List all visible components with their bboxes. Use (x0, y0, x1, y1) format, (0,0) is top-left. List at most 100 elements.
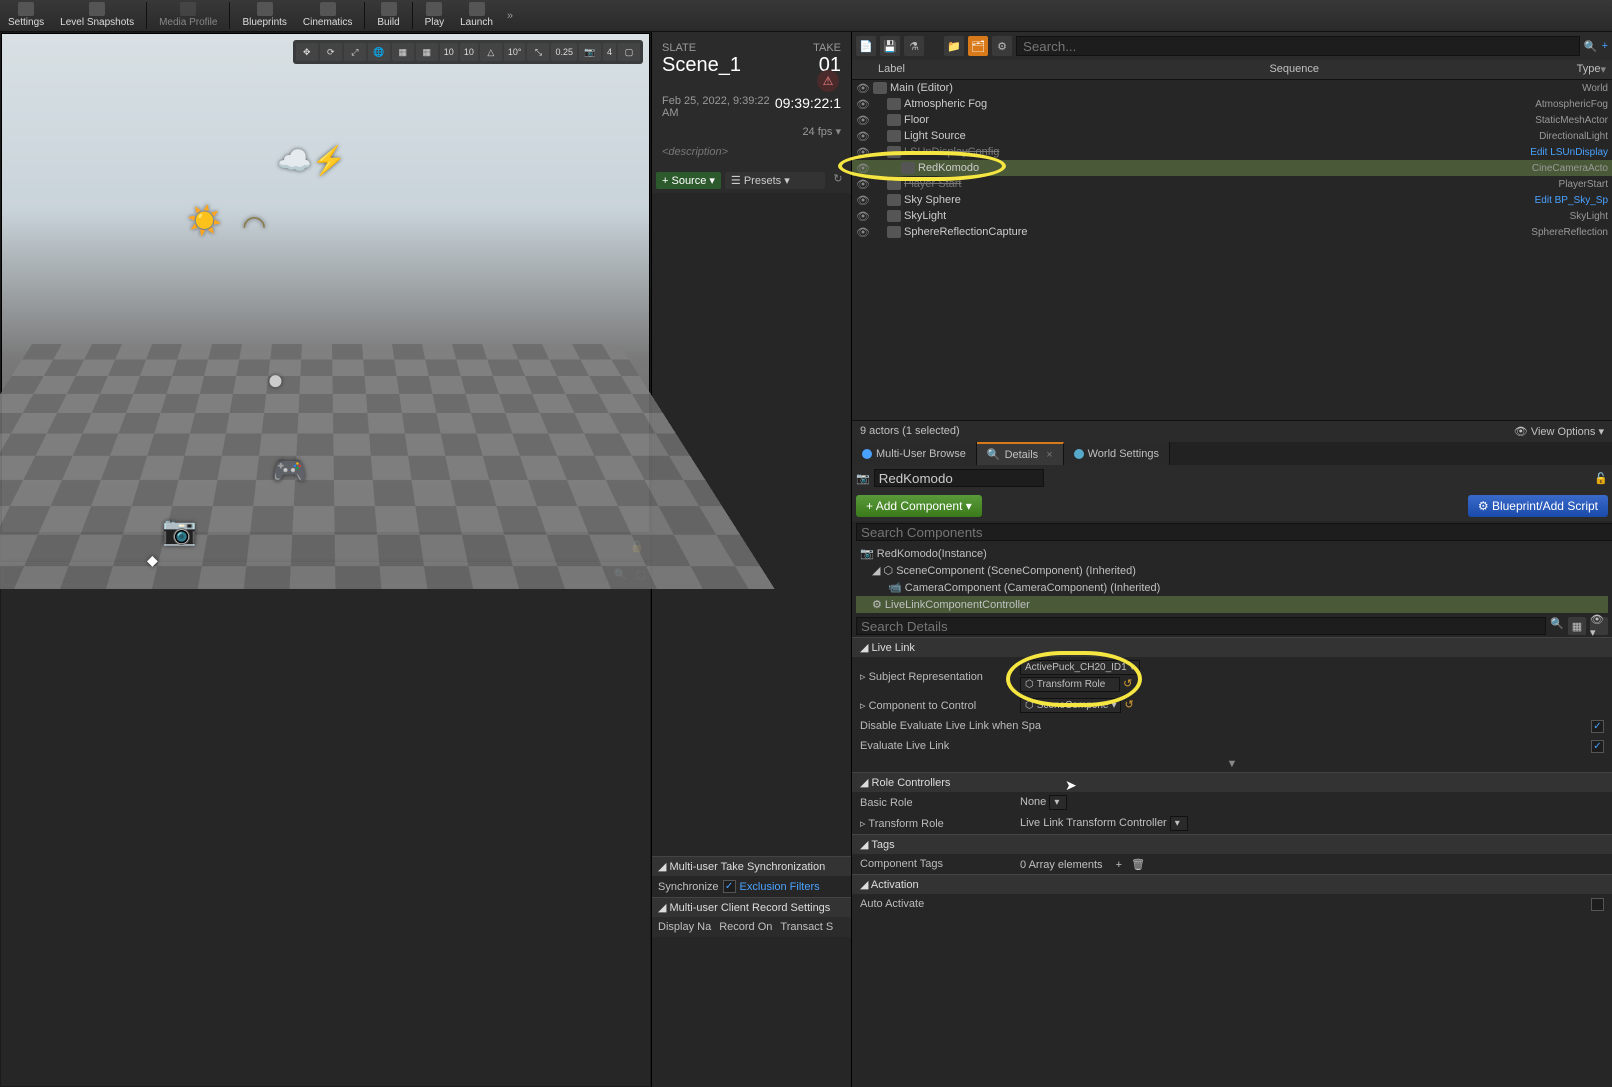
property-matrix-button[interactable]: ▦ (1568, 617, 1586, 635)
add-component-button[interactable]: + Add Component ▾ (856, 495, 982, 517)
component-scene[interactable]: ◢ ⬡ SceneComponent (SceneComponent) (Inh… (856, 562, 1608, 579)
expand-advanced-icon[interactable]: ▼ (852, 756, 1612, 772)
outliner-row[interactable]: 👁Light SourceDirectionalLight (852, 128, 1612, 144)
actor-name-input[interactable] (874, 469, 1044, 487)
evaluate-livelink-checkbox[interactable] (1591, 740, 1604, 753)
level-snapshots-button[interactable]: Level Snapshots (52, 0, 142, 31)
editor-viewport[interactable]: ✥ ⟳ ⤢ 🌐 ▦ ▦ 10 10 △ 10° ⤡ 0.25 📷 4 ▢ ☁️⚡… (1, 33, 650, 533)
search-icon[interactable]: 🔍 (1584, 40, 1598, 53)
outliner-row[interactable]: 👁Main (Editor)World (852, 80, 1612, 96)
warning-icon[interactable]: ⚠ (817, 70, 839, 92)
visibility-icon[interactable]: 👁 (856, 162, 870, 175)
outliner-col-type[interactable]: Type (1500, 63, 1600, 76)
scale-snap-button[interactable]: ⤡ (527, 43, 549, 61)
visibility-icon[interactable]: 👁 (856, 98, 870, 111)
folder-icon[interactable]: 📁 (944, 36, 964, 56)
save-icon[interactable]: 💾 (880, 36, 900, 56)
close-icon[interactable]: × (1046, 449, 1052, 461)
visibility-icon[interactable]: 👁 (856, 130, 870, 143)
description-placeholder[interactable]: <description> (662, 146, 841, 158)
transform-scale-button[interactable]: ⤢ (344, 43, 366, 61)
tab-multiuser[interactable]: Multi-User Browse (852, 442, 977, 465)
surface-snap-button[interactable]: ▦ (392, 43, 414, 61)
multiuser-sync-header[interactable]: ◢ Multi-user Take Synchronization (652, 856, 851, 876)
tab-world-settings[interactable]: World Settings (1064, 442, 1170, 465)
coord-space-button[interactable]: 🌐 (368, 43, 390, 61)
synchronize-checkbox[interactable] (723, 880, 736, 893)
auto-activate-checkbox[interactable] (1591, 898, 1604, 911)
blueprints-button[interactable]: Blueprints (234, 0, 294, 31)
cinematics-button[interactable]: Cinematics (295, 0, 360, 31)
media-profile-button[interactable]: Media Profile (151, 0, 225, 31)
visibility-icon[interactable]: 👁 (856, 226, 870, 239)
angle-snap-value[interactable]: 10° (504, 43, 526, 61)
revert-icon[interactable]: ↻ (829, 172, 847, 189)
grid-snap-button[interactable]: ▦ (416, 43, 438, 61)
component-to-control-dropdown[interactable]: ⬡ SceneCompone ▾ (1020, 698, 1121, 713)
add-element-icon[interactable]: + (1116, 859, 1122, 871)
filter-icon[interactable]: ⚗ (904, 36, 924, 56)
settings-button[interactable]: Settings (0, 0, 52, 31)
angle-snap-button[interactable]: △ (480, 43, 502, 61)
outliner-col-label[interactable]: Label (878, 63, 1088, 76)
category-role-controllers[interactable]: ◢ Role Controllers (852, 772, 1612, 792)
component-root[interactable]: 📷 RedKomodo(Instance) (856, 545, 1608, 562)
category-tags[interactable]: ◢ Tags (852, 834, 1612, 854)
visibility-icon[interactable]: 👁 (856, 178, 870, 191)
disable-evaluate-checkbox[interactable] (1591, 720, 1604, 733)
component-camera[interactable]: 📹 CameraComponent (CameraComponent) (Inh… (856, 579, 1608, 596)
camera-speed-value[interactable]: 4 (603, 43, 616, 61)
scale-snap-value[interactable]: 0.25 (551, 43, 577, 61)
search-icon[interactable]: 🔍 (1550, 617, 1564, 635)
fps-dropdown-icon[interactable]: ▾ (835, 126, 841, 138)
tab-details[interactable]: 🔍Details× (977, 442, 1064, 465)
blueprint-add-script-button[interactable]: ⚙ Blueprint/Add Script (1468, 495, 1608, 517)
source-button[interactable]: + Source ▾ (656, 172, 721, 189)
column-dropdown-icon[interactable]: ▾ (1600, 63, 1606, 76)
subject-representation-dropdown[interactable]: ActivePuck_CH20_ID1 ▾ (1020, 660, 1140, 675)
grid-snap-value[interactable]: 10 (440, 43, 458, 61)
new-icon[interactable]: 📄 (856, 36, 876, 56)
grid-snap-value2[interactable]: 10 (460, 43, 478, 61)
scene-name[interactable]: Scene_1 (662, 54, 741, 77)
category-activation[interactable]: ◢ Activation (852, 874, 1612, 894)
visibility-button[interactable]: 👁▾ (1590, 617, 1608, 635)
view-options-button[interactable]: 👁 View Options ▾ (1514, 425, 1604, 438)
transform-role-dropdown[interactable]: ▾ (1170, 816, 1188, 831)
visibility-icon[interactable]: 👁 (856, 210, 870, 223)
multiuser-record-header[interactable]: ◢ Multi-user Client Record Settings (652, 897, 851, 917)
visibility-icon[interactable]: 👁 (856, 82, 870, 95)
outliner-row[interactable]: 👁SkyLightSkyLight (852, 208, 1612, 224)
camera-speed-button[interactable]: 📷 (579, 43, 601, 61)
lock-icon[interactable]: 🔓 (1594, 472, 1608, 485)
outliner-row[interactable]: 👁FloorStaticMeshActor (852, 112, 1612, 128)
clear-array-icon[interactable]: 🗑 (1131, 859, 1145, 871)
build-button[interactable]: Build (369, 0, 407, 31)
basic-role-dropdown[interactable]: ▾ (1049, 795, 1067, 810)
reset-icon[interactable]: ↺ (1123, 678, 1132, 690)
outliner-row[interactable]: 👁LSUnDisplayConfigEdit LSUnDisplay (852, 144, 1612, 160)
add-icon[interactable]: + (1602, 40, 1608, 52)
reset-icon[interactable]: ↺ (1125, 699, 1134, 711)
details-search-input[interactable] (856, 617, 1546, 635)
outliner-search-input[interactable] (1016, 36, 1580, 56)
outliner-row[interactable]: 👁RedKomodoCineCameraActo (852, 160, 1612, 176)
play-button[interactable]: Play (417, 0, 452, 31)
transform-move-button[interactable]: ✥ (296, 43, 318, 61)
hierarchy-icon[interactable]: 🗂 (968, 36, 988, 56)
outliner-col-sequence[interactable]: Sequence (1088, 63, 1500, 76)
outliner-row[interactable]: 👁SphereReflectionCaptureSphereReflection (852, 224, 1612, 240)
visibility-icon[interactable]: 👁 (856, 146, 870, 159)
viewport-maximize-button[interactable]: ▢ (618, 43, 640, 61)
component-search-input[interactable] (856, 523, 1612, 541)
visibility-icon[interactable]: 👁 (856, 114, 870, 127)
transform-rotate-button[interactable]: ⟳ (320, 43, 342, 61)
outliner-row[interactable]: 👁Sky SphereEdit BP_Sky_Sp (852, 192, 1612, 208)
presets-button[interactable]: ☰ Presets ▾ (725, 172, 825, 189)
component-livelink[interactable]: ⚙ LiveLinkComponentController (856, 596, 1608, 613)
settings-icon[interactable]: ⚙ (992, 36, 1012, 56)
exclusion-filters-link[interactable]: Exclusion Filters (740, 881, 820, 893)
outliner-row[interactable]: 👁Atmospheric FogAtmosphericFog (852, 96, 1612, 112)
visibility-icon[interactable]: 👁 (856, 194, 870, 207)
subject-role-dropdown[interactable]: ⬡ Transform Role (1020, 677, 1120, 692)
